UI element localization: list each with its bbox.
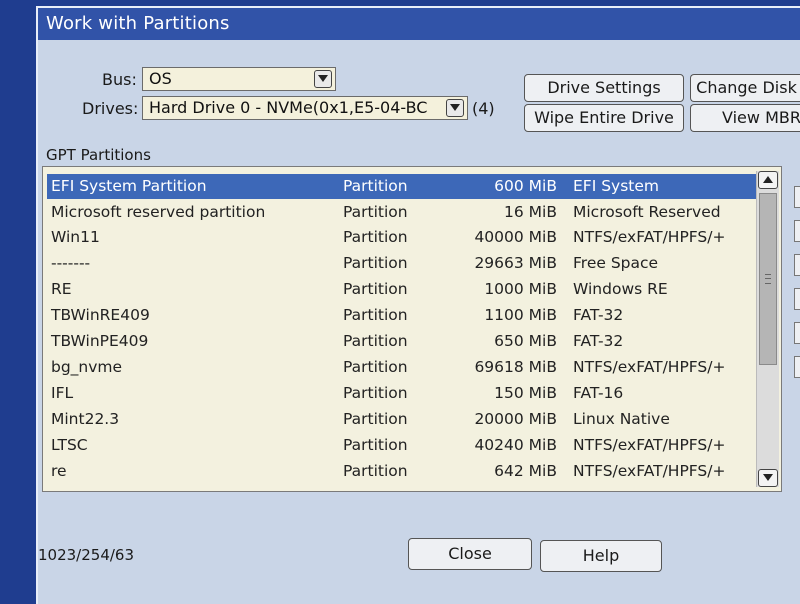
partition-type: Partition [343, 203, 408, 221]
partition-name: EFI System Partition [51, 177, 207, 195]
partition-filesystem: Free Space [573, 254, 659, 272]
partition-type: Partition [343, 228, 408, 246]
table-row[interactable]: LTSC Partition 40240 MiB NTFS/exFAT/HPFS… [47, 433, 757, 458]
partition-size: 650 MiB [494, 332, 557, 350]
bus-value: OS [149, 69, 172, 88]
partition-size: 40000 MiB [474, 228, 557, 246]
partition-type: Partition [343, 306, 408, 324]
table-row[interactable]: re Partition 642 MiB NTFS/exFAT/HPFS/+ [47, 459, 757, 484]
table-row[interactable]: TBWinRE409 Partition 1100 MiB FAT-32 [47, 303, 757, 328]
partition-name: Microsoft reserved partition [51, 203, 266, 221]
close-button[interactable]: Close [408, 538, 532, 570]
change-disk-button[interactable]: Change Disk [690, 74, 800, 102]
table-row[interactable]: RE Partition 1000 MiB Windows RE [47, 277, 757, 302]
partition-type: Partition [343, 280, 408, 298]
partition-type: Partition [343, 384, 408, 402]
table-row[interactable]: ------- Partition 29663 MiB Free Space [47, 251, 757, 276]
side-button-fragment[interactable] [794, 220, 800, 242]
partition-size: 1100 MiB [484, 306, 557, 324]
partition-filesystem: Microsoft Reserved [573, 203, 721, 221]
drive-count: (4) [472, 99, 495, 118]
partition-name: ------- [51, 254, 91, 272]
table-row[interactable]: Mint22.3 Partition 20000 MiB Linux Nativ… [47, 407, 757, 432]
partition-name: LTSC [51, 436, 88, 454]
scroll-down-icon[interactable] [758, 469, 778, 487]
partition-size: 600 MiB [494, 177, 557, 195]
partition-size: 20000 MiB [474, 410, 557, 428]
partition-type: Partition [343, 358, 408, 376]
chevron-down-icon[interactable] [314, 70, 332, 88]
side-button-fragment[interactable] [794, 322, 800, 344]
work-with-partitions-dialog: Work with Partitions Bus: OS Drives: Har… [36, 6, 800, 604]
side-button-fragment[interactable] [794, 356, 800, 378]
partition-size: 1000 MiB [484, 280, 557, 298]
partition-name: Win11 [51, 228, 100, 246]
partition-size: 150 MiB [494, 384, 557, 402]
partition-size: 642 MiB [494, 462, 557, 480]
partition-name: TBWinRE409 [51, 306, 150, 324]
partition-size: 40240 MiB [474, 436, 557, 454]
partition-size: 69618 MiB [474, 358, 557, 376]
partition-list-scrollbar[interactable] [756, 171, 779, 487]
partition-filesystem: NTFS/exFAT/HPFS/+ [573, 436, 726, 454]
partition-filesystem: Linux Native [573, 410, 670, 428]
partition-filesystem: NTFS/exFAT/HPFS/+ [573, 358, 726, 376]
bus-select[interactable]: OS [142, 67, 336, 91]
wipe-entire-drive-button[interactable]: Wipe Entire Drive [524, 104, 684, 132]
view-mbr-button[interactable]: View MBR [690, 104, 800, 132]
scroll-thumb[interactable] [759, 193, 777, 365]
partition-type: Partition [343, 410, 408, 428]
partition-name: bg_nvme [51, 358, 123, 376]
drives-select[interactable]: Hard Drive 0 - NVMe(0x1,E5-04-BC [142, 96, 468, 120]
partition-filesystem: EFI System [573, 177, 660, 195]
partition-name: IFL [51, 384, 74, 402]
gpt-partitions-label: GPT Partitions [46, 146, 151, 164]
partition-filesystem: FAT-32 [573, 332, 624, 350]
partition-filesystem: NTFS/exFAT/HPFS/+ [573, 228, 726, 246]
partition-type: Partition [343, 462, 408, 480]
side-button-fragment[interactable] [794, 186, 800, 208]
partition-name: Mint22.3 [51, 410, 120, 428]
drives-value: Hard Drive 0 - NVMe(0x1,E5-04-BC [149, 98, 428, 117]
partition-size: 16 MiB [504, 203, 557, 221]
chevron-down-icon[interactable] [446, 99, 464, 117]
partition-type: Partition [343, 254, 408, 272]
table-row[interactable]: Win11 Partition 40000 MiB NTFS/exFAT/HPF… [47, 225, 757, 250]
window-title: Work with Partitions [38, 8, 800, 40]
partition-name: re [51, 462, 67, 480]
partition-type: Partition [343, 177, 408, 195]
table-row[interactable]: TBWinPE409 Partition 650 MiB FAT-32 [47, 329, 757, 354]
partition-type: Partition [343, 332, 408, 350]
drive-settings-button[interactable]: Drive Settings [524, 74, 684, 102]
table-row[interactable]: EFI System Partition Partition 600 MiB E… [47, 174, 757, 199]
partition-list[interactable]: EFI System Partition Partition 600 MiB E… [42, 166, 782, 492]
side-button-fragment[interactable] [794, 254, 800, 276]
partition-type: Partition [343, 436, 408, 454]
table-row[interactable]: IFL Partition 150 MiB FAT-16 [47, 381, 757, 406]
help-button[interactable]: Help [540, 540, 662, 572]
partition-filesystem: FAT-32 [573, 306, 624, 324]
partition-filesystem: NTFS/exFAT/HPFS/+ [573, 462, 726, 480]
partition-filesystem: Windows RE [573, 280, 668, 298]
table-row[interactable]: bg_nvme Partition 69618 MiB NTFS/exFAT/H… [47, 355, 757, 380]
partition-filesystem: FAT-16 [573, 384, 624, 402]
bus-label: Bus: [102, 70, 137, 89]
drives-label: Drives: [82, 99, 139, 118]
table-row[interactable]: Microsoft reserved partition Partition 1… [47, 200, 757, 225]
disk-geometry: 1023/254/63 [38, 546, 134, 564]
scroll-up-icon[interactable] [758, 171, 778, 189]
partition-size: 29663 MiB [474, 254, 557, 272]
grip-icon [765, 274, 771, 284]
partition-name: RE [51, 280, 72, 298]
partition-name: TBWinPE409 [51, 332, 149, 350]
side-button-fragment[interactable] [794, 288, 800, 310]
